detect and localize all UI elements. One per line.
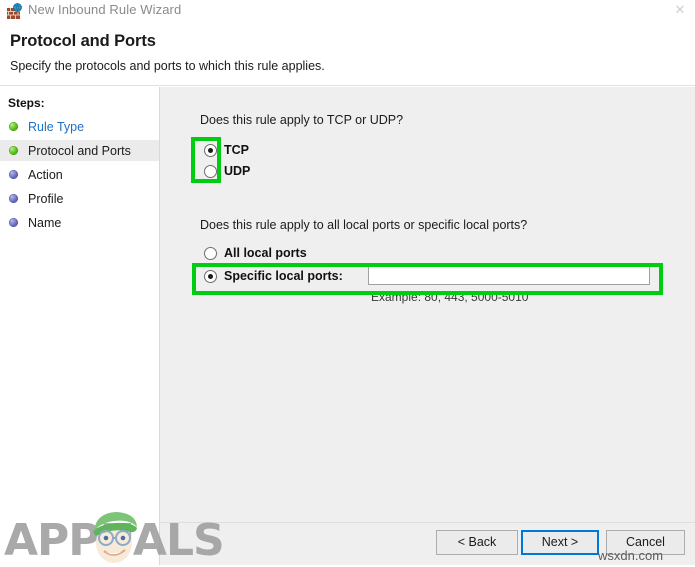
sidebar-item-name[interactable]: Name: [0, 212, 159, 233]
ports-question-label: Does this rule apply to all local ports …: [200, 218, 528, 232]
step-status-icon-done: [9, 146, 18, 155]
appuals-watermark: APPUALS: [4, 505, 225, 566]
radio-button-tcp[interactable]: [204, 143, 217, 157]
protocol-question-label: Does this rule apply to TCP or UDP?: [200, 113, 404, 127]
step-status-icon-done: [9, 122, 18, 131]
sidebar-item-protocol-and-ports[interactable]: Protocol and Ports: [0, 140, 159, 161]
steps-heading: Steps:: [8, 96, 45, 110]
sidebar-item-label: Action: [28, 167, 63, 182]
radio-label-tcp: TCP: [224, 143, 249, 157]
steps-sidebar: Steps: Rule Type Protocol and Ports Acti…: [0, 87, 160, 565]
radio-label-udp: UDP: [224, 164, 251, 178]
radio-label-specific-local-ports: Specific local ports:: [224, 269, 343, 283]
title-bar: New Inbound Rule Wizard ✕: [0, 0, 695, 22]
page-header: Protocol and Ports Specify the protocols…: [0, 22, 695, 86]
sidebar-item-label: Name: [28, 215, 62, 230]
new-inbound-rule-wizard-window: New Inbound Rule Wizard ✕ Protocol and P…: [0, 0, 695, 566]
step-status-icon-pending: [9, 170, 18, 179]
radio-label-all-local-ports: All local ports: [224, 246, 307, 260]
next-button[interactable]: Next >: [521, 530, 599, 555]
firewall-globe-icon: [6, 3, 23, 20]
step-status-icon-pending: [9, 194, 18, 203]
radio-option-udp[interactable]: UDP: [204, 164, 250, 178]
radio-option-tcp[interactable]: TCP: [204, 143, 249, 157]
page-subtitle: Specify the protocols and ports to which…: [10, 59, 325, 73]
sidebar-item-rule-type[interactable]: Rule Type: [0, 116, 159, 137]
radio-option-specific-local-ports[interactable]: Specific local ports:: [204, 269, 343, 283]
sidebar-item-action[interactable]: Action: [0, 164, 159, 185]
sidebar-item-label: Profile: [28, 191, 64, 206]
specific-local-ports-input[interactable]: [368, 264, 650, 285]
source-watermark: wsxdn.com: [598, 548, 664, 563]
appuals-mascot-icon: [93, 512, 137, 563]
back-button[interactable]: < Back: [436, 530, 518, 555]
page-title: Protocol and Ports: [10, 32, 156, 50]
radio-button-all-local-ports[interactable]: [204, 246, 217, 260]
radio-button-specific-local-ports[interactable]: [204, 269, 217, 283]
radio-option-all-local-ports[interactable]: All local ports: [204, 246, 307, 260]
radio-button-udp[interactable]: [204, 164, 217, 178]
wizard-content-panel: Does this rule apply to TCP or UDP? TCP …: [160, 87, 695, 522]
step-status-icon-pending: [9, 218, 18, 227]
sidebar-item-profile[interactable]: Profile: [0, 188, 159, 209]
window-title: New Inbound Rule Wizard: [28, 2, 182, 17]
sidebar-item-label: Rule Type: [28, 119, 85, 134]
close-icon[interactable]: ✕: [669, 2, 691, 20]
ports-example-hint: Example: 80, 443, 5000-5010: [371, 290, 529, 304]
sidebar-item-label: Protocol and Ports: [28, 143, 131, 158]
